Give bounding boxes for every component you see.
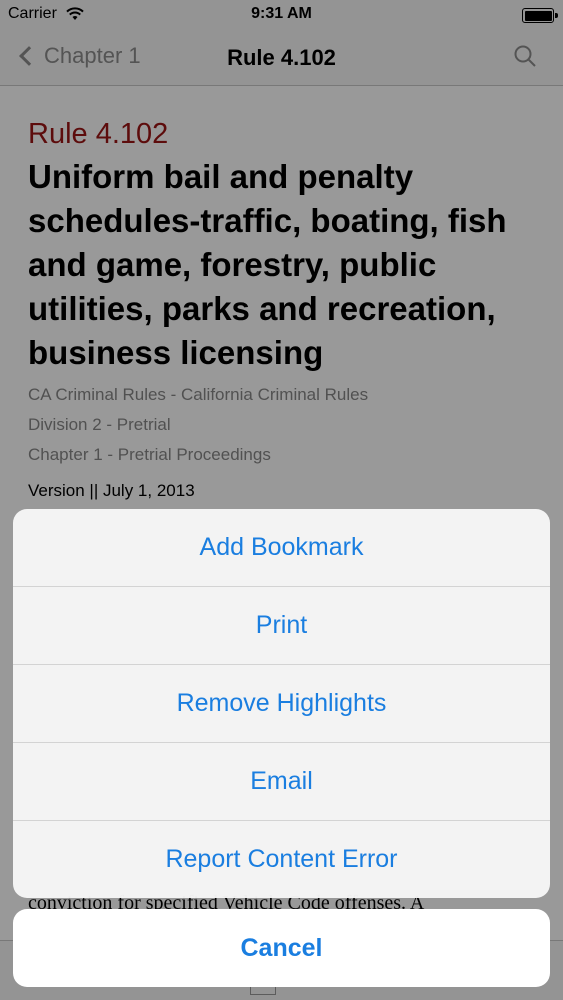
email-button[interactable]: Email: [13, 743, 550, 821]
print-button[interactable]: Print: [13, 587, 550, 665]
action-sheet: Add Bookmark Print Remove Highlights Ema…: [13, 509, 550, 898]
report-content-error-button[interactable]: Report Content Error: [13, 821, 550, 898]
remove-highlights-button[interactable]: Remove Highlights: [13, 665, 550, 743]
cancel-button[interactable]: Cancel: [13, 909, 550, 987]
add-bookmark-button[interactable]: Add Bookmark: [13, 509, 550, 587]
